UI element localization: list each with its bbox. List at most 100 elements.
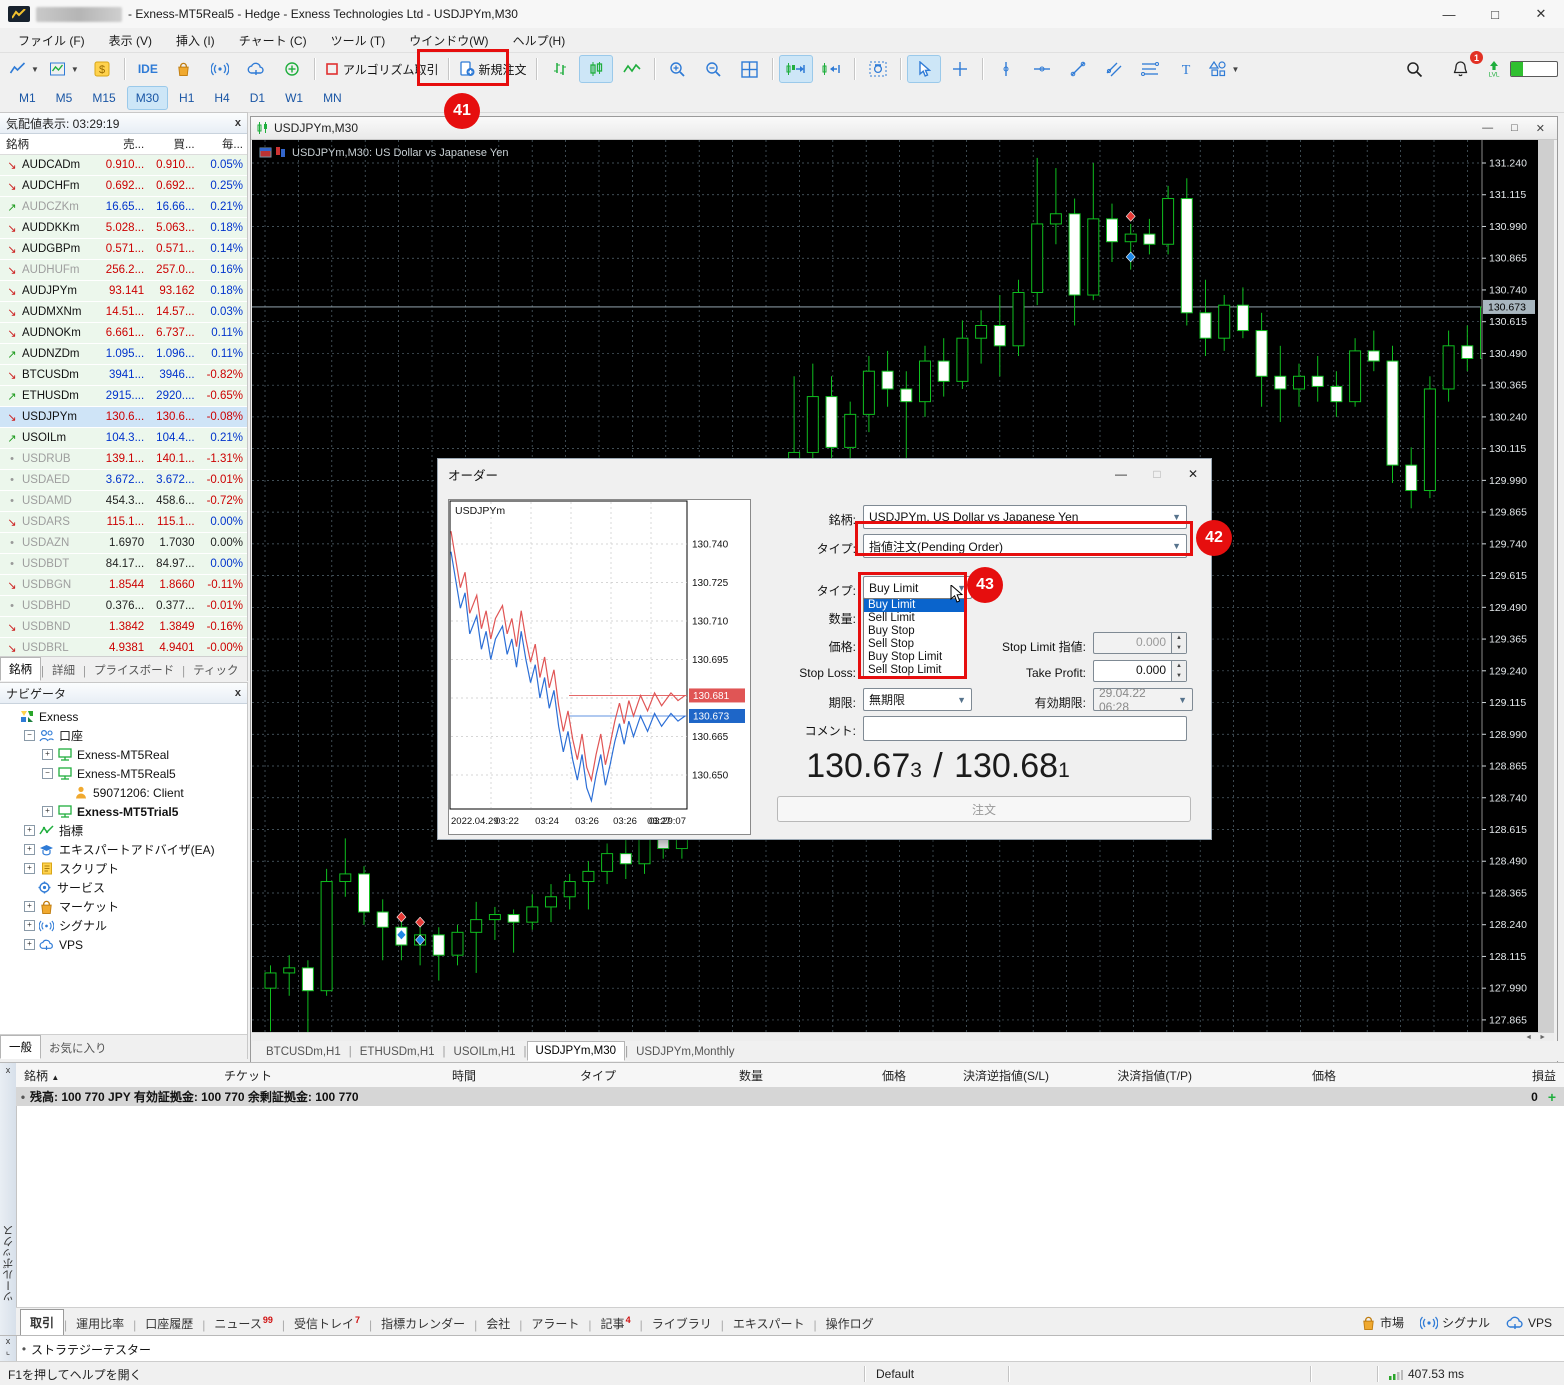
equidistant-icon[interactable] <box>1133 55 1167 83</box>
horizontal-line-icon[interactable] <box>1025 55 1059 83</box>
maximize-button[interactable]: □ <box>1472 1 1518 28</box>
expand-icon[interactable]: + <box>24 939 35 950</box>
notifications-icon[interactable]: 1 <box>1443 51 1483 83</box>
toolbox-column-6[interactable]: 決済逆指値(S/L) <box>914 1067 1057 1084</box>
chart-shift-icon[interactable] <box>815 55 849 83</box>
add-icon[interactable]: + <box>1548 1089 1556 1105</box>
market-watch-row[interactable]: ↘ AUDDKKm 5.028... 5.063... 0.18% <box>0 218 247 239</box>
new-order-button[interactable]: 新規注文 <box>455 55 531 83</box>
market-watch-row[interactable]: • USDAMD 454.3... 458.6... -0.72% <box>0 491 247 512</box>
navigator-item-5[interactable]: + Exness-MT5Trial5 <box>0 802 247 821</box>
dialog-close-button[interactable]: ✕ <box>1175 461 1211 487</box>
toolbox-tab-8[interactable]: 記事 4 <box>592 1311 640 1336</box>
toolbox-column-2[interactable]: 時間 <box>364 1067 484 1084</box>
take-profit-stepper[interactable]: ▲ ▼ <box>1172 660 1187 682</box>
pending-type-option-4[interactable]: Buy Stop Limit <box>864 651 966 664</box>
chart-tab-0[interactable]: BTCUSDm,H1 <box>258 1043 349 1061</box>
expand-icon[interactable]: + <box>42 749 53 760</box>
collapse-icon[interactable]: − <box>24 730 35 741</box>
toolbox-column-4[interactable]: 数量 <box>624 1067 771 1084</box>
navigator-item-3[interactable]: − Exness-MT5Real5 <box>0 764 247 783</box>
menu-item-2[interactable]: 挿入 (I) <box>164 29 227 52</box>
navigator-item-1[interactable]: − 口座 <box>0 726 247 745</box>
column-header-3[interactable]: 毎... <box>199 136 247 152</box>
market-watch-row[interactable]: • USDBHD 0.376... 0.377... -0.01% <box>0 596 247 617</box>
toolbox-tab-10[interactable]: エキスパート <box>724 1311 814 1336</box>
timeframe-m1[interactable]: M1 <box>10 86 45 110</box>
navigator-item-12[interactable]: + VPS <box>0 935 247 954</box>
expand-icon[interactable]: + <box>24 920 35 931</box>
expand-icon[interactable]: + <box>42 806 53 817</box>
toolbox-link-0[interactable]: 市場 <box>1361 1314 1404 1331</box>
toolbox-link-2[interactable]: VPS <box>1506 1314 1552 1331</box>
toolbox-column-0[interactable]: 銘柄 ▲ <box>16 1067 216 1084</box>
text-label-icon[interactable]: T <box>1169 55 1203 83</box>
navigator-item-0[interactable]: Exness <box>0 707 247 726</box>
menu-item-1[interactable]: 表示 (V) <box>97 29 164 52</box>
order-kind-select[interactable]: 指値注文(Pending Order) ▼ <box>863 534 1187 558</box>
navigator-item-9[interactable]: サービス <box>0 878 247 897</box>
timeframe-m5[interactable]: M5 <box>47 86 82 110</box>
chart-close-button[interactable]: ✕ <box>1536 122 1545 135</box>
toolbox-tab-11[interactable]: 操作ログ <box>817 1311 883 1336</box>
timeframe-h4[interactable]: H4 <box>205 86 238 110</box>
navigator-item-4[interactable]: 59071206: Client <box>0 783 247 802</box>
scroll-right-icon[interactable]: ► <box>1539 1034 1546 1041</box>
timeframe-m30[interactable]: M30 <box>126 86 169 110</box>
menu-item-5[interactable]: ウインドウ(W) <box>397 29 500 52</box>
market-watch-row[interactable]: ↘ USDBGN 1.8544 1.8660 -0.11% <box>0 575 247 596</box>
market-watch-tab-2[interactable]: プライスボード <box>86 659 182 681</box>
timeframe-d1[interactable]: D1 <box>241 86 274 110</box>
pending-type-option-5[interactable]: Sell Stop Limit <box>864 664 966 677</box>
market-watch-row[interactable]: • USDRUB 139.1... 140.1... -1.31% <box>0 449 247 470</box>
auto-scroll-icon[interactable] <box>778 55 813 83</box>
toolbox-column-5[interactable]: 価格 <box>771 1067 914 1084</box>
connection-status[interactable]: 407.53 ms <box>1379 1367 1464 1381</box>
close-icon[interactable]: x <box>235 687 241 699</box>
close-icon[interactable]: x <box>235 117 241 129</box>
toolbox-column-9[interactable]: 損益 <box>1344 1067 1564 1084</box>
take-profit-field[interactable]: 0.000 ▲ ▼ <box>1093 660 1187 682</box>
market-watch-row[interactable]: • USDAED 3.672... 3.672... -0.01% <box>0 470 247 491</box>
timeframe-w1[interactable]: W1 <box>276 86 312 110</box>
market-watch-row[interactable]: ↘ AUDGBPm 0.571... 0.571... 0.14% <box>0 239 247 260</box>
market-watch-row[interactable]: ↘ AUDHUFm 256.2... 257.0... 0.16% <box>0 260 247 281</box>
market-watch-row[interactable]: ↘ BTCUSDm 3941... 3946... -0.82% <box>0 365 247 386</box>
chart-minimize-button[interactable]: — <box>1482 122 1493 135</box>
comment-input[interactable] <box>863 716 1187 741</box>
stop-limit-stepper[interactable]: ▲ ▼ <box>1172 632 1187 654</box>
market-watch-row[interactable]: ↘ USDARS 115.1... 115.1... 0.00% <box>0 512 247 533</box>
zoom-in-icon[interactable] <box>661 55 695 83</box>
chart-tab-2[interactable]: USOILm,H1 <box>446 1043 524 1061</box>
screenshot-icon[interactable] <box>861 55 895 83</box>
menu-item-3[interactable]: チャート (C) <box>227 29 319 52</box>
navigator-item-7[interactable]: + エキスパートアドバイザ(EA) <box>0 840 247 859</box>
bars-chart-icon[interactable] <box>543 55 577 83</box>
market-watch-row[interactable]: ↘ AUDCHFm 0.692... 0.692... 0.25% <box>0 176 247 197</box>
chart-tab-4[interactable]: USDJPYm,Monthly <box>628 1043 742 1061</box>
market-watch-row[interactable]: ↘ AUDCADm 0.910... 0.910... 0.05% <box>0 155 247 176</box>
expand-icon[interactable]: + <box>24 825 35 836</box>
toolbox-link-1[interactable]: シグナル <box>1419 1314 1490 1331</box>
market-watch-row[interactable]: • USDBDT 84.17... 84.97... 0.00% <box>0 554 247 575</box>
column-header-2[interactable]: 買... <box>148 136 198 152</box>
toolbox-tab-9[interactable]: ライブラリ <box>643 1311 721 1336</box>
strategy-tester-label[interactable]: ストラテジーテスター <box>31 1341 151 1358</box>
status-profile[interactable]: Default <box>866 1367 1008 1381</box>
toolbox-tab-1[interactable]: 運用比率 <box>67 1311 133 1336</box>
toolbox-column-1[interactable]: チケット <box>216 1067 364 1084</box>
market-watch-tab-1[interactable]: 詳細 <box>44 659 83 681</box>
zoom-out-icon[interactable] <box>697 55 731 83</box>
menu-item-6[interactable]: ヘルプ(H) <box>501 29 578 52</box>
toolbox-tab-7[interactable]: アラート <box>522 1311 588 1336</box>
toolbox-tab-5[interactable]: 指標カレンダー <box>372 1311 474 1336</box>
toolbox-tab-4[interactable]: 受信トレイ 7 <box>285 1311 369 1336</box>
channel-icon[interactable] <box>1097 55 1131 83</box>
navigator-item-6[interactable]: + 指標 <box>0 821 247 840</box>
pending-type-option-2[interactable]: Buy Stop <box>864 625 966 638</box>
cloud-icon[interactable] <box>239 55 273 83</box>
market-watch-row[interactable]: ↘ AUDNOKm 6.661... 6.737... 0.11% <box>0 323 247 344</box>
timeframe-m15[interactable]: M15 <box>83 86 124 110</box>
search-icon[interactable] <box>1397 55 1431 83</box>
close-icon[interactable]: x <box>0 1063 16 1075</box>
